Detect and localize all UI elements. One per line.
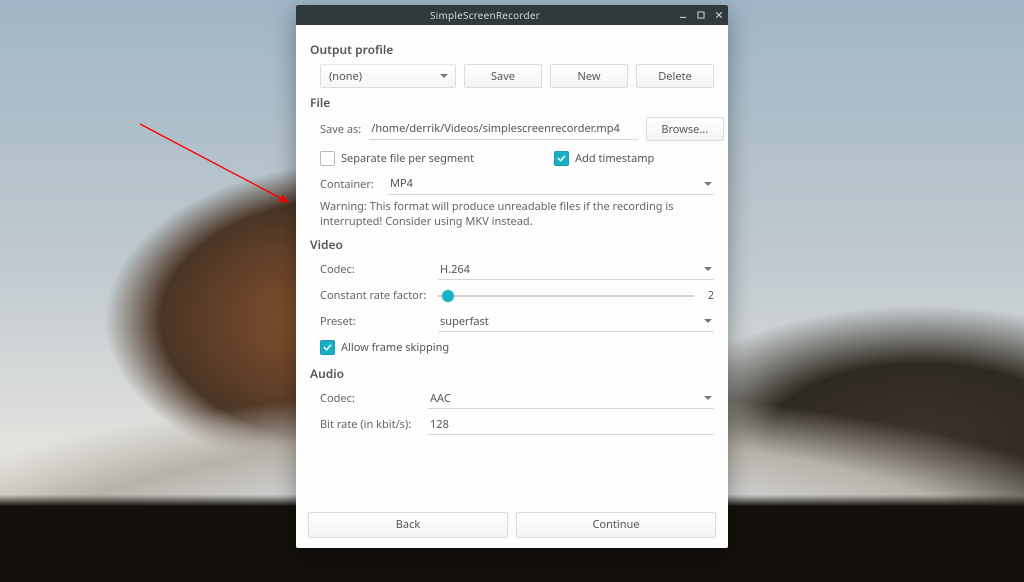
profile-save-button[interactable]: Save xyxy=(464,64,542,88)
audio-codec-select[interactable]: AAC xyxy=(428,388,714,409)
checkbox-checked-icon xyxy=(554,151,569,166)
container-label: Container: xyxy=(320,177,380,192)
add-timestamp-label: Add timestamp xyxy=(575,151,654,166)
window-content: Output profile (none) Save New Delete Fi… xyxy=(296,25,728,504)
title-bar: SimpleScreenRecorder xyxy=(296,5,728,25)
container-warning: Warning: This format will produce unread… xyxy=(320,199,714,230)
crf-slider[interactable] xyxy=(438,289,694,303)
maximize-button[interactable] xyxy=(692,5,710,25)
output-profile-select[interactable]: (none) xyxy=(320,64,456,88)
preset-label: Preset: xyxy=(320,314,430,329)
profile-new-button[interactable]: New xyxy=(550,64,628,88)
frame-skipping-checkbox[interactable]: Allow frame skipping xyxy=(320,340,449,355)
checkbox-unchecked-icon xyxy=(320,151,335,166)
crf-value: 2 xyxy=(704,288,714,303)
container-select[interactable]: MP4 xyxy=(388,174,714,195)
separate-file-label: Separate file per segment xyxy=(341,151,474,166)
minimize-button[interactable] xyxy=(674,5,692,25)
video-codec-value: H.264 xyxy=(440,262,470,277)
continue-button[interactable]: Continue xyxy=(516,512,716,538)
separate-file-checkbox[interactable]: Separate file per segment xyxy=(320,151,474,166)
bitrate-value: 128 xyxy=(430,417,449,432)
crf-label: Constant rate factor: xyxy=(320,288,430,303)
audio-codec-value: AAC xyxy=(430,391,451,406)
video-codec-select[interactable]: H.264 xyxy=(438,259,714,280)
save-as-value: /home/derrik/Videos/simplescreenrecorder… xyxy=(371,121,620,136)
bitrate-label: Bit rate (in kbit/s): xyxy=(320,417,420,432)
checkbox-checked-icon xyxy=(320,340,335,355)
save-as-label: Save as: xyxy=(320,122,361,137)
browse-button[interactable]: Browse... xyxy=(646,117,724,141)
back-button[interactable]: Back xyxy=(308,512,508,538)
frame-skipping-label: Allow frame skipping xyxy=(341,340,449,355)
footer-buttons: Back Continue xyxy=(296,504,728,548)
window-title: SimpleScreenRecorder xyxy=(296,8,674,22)
video-heading: Video xyxy=(310,236,714,253)
bitrate-input[interactable]: 128 xyxy=(428,414,714,435)
file-heading: File xyxy=(310,94,714,111)
profile-delete-button[interactable]: Delete xyxy=(636,64,714,88)
audio-heading: Audio xyxy=(310,365,714,382)
close-button[interactable] xyxy=(710,5,728,25)
preset-select[interactable]: superfast xyxy=(438,311,714,332)
video-codec-label: Codec: xyxy=(320,262,430,277)
preset-value: superfast xyxy=(440,314,489,329)
app-window: SimpleScreenRecorder Output profile (non… xyxy=(296,5,728,548)
output-profile-heading: Output profile xyxy=(310,41,714,58)
save-as-input[interactable]: /home/derrik/Videos/simplescreenrecorder… xyxy=(369,119,638,140)
audio-codec-label: Codec: xyxy=(320,391,420,406)
add-timestamp-checkbox[interactable]: Add timestamp xyxy=(554,151,654,166)
output-profile-value: (none) xyxy=(329,69,362,84)
container-value: MP4 xyxy=(390,176,413,191)
